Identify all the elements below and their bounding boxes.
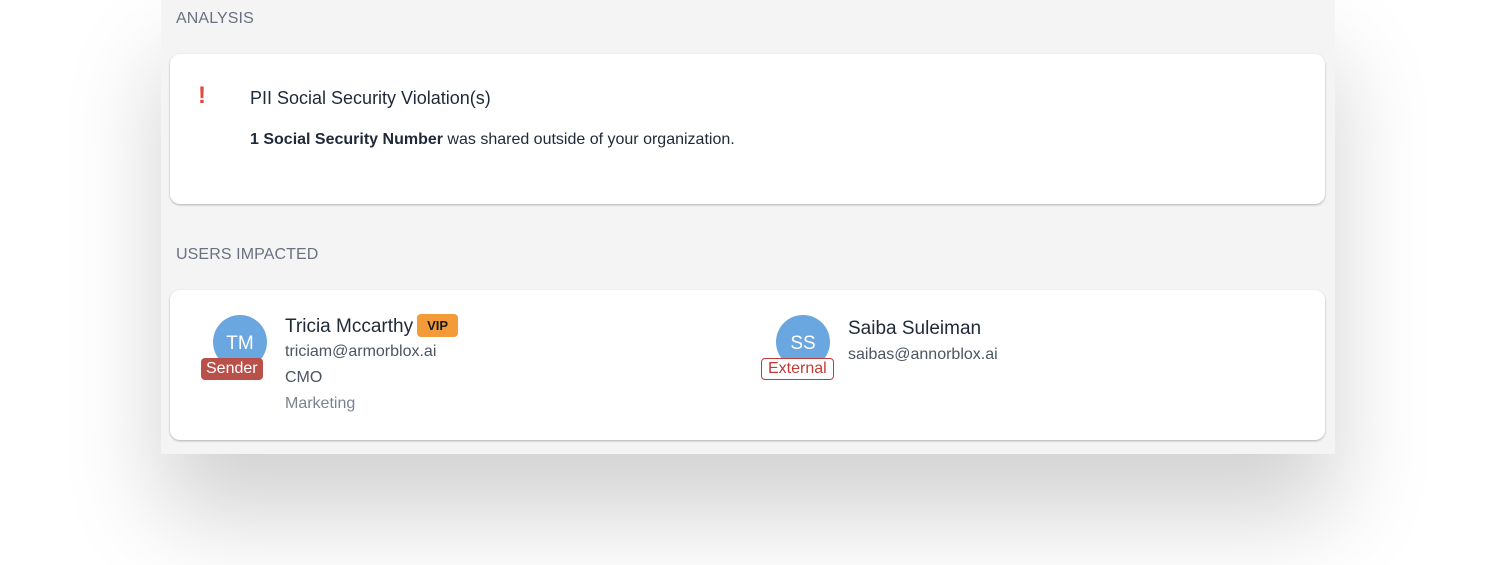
vip-badge: VIP	[417, 314, 459, 337]
violation-detail: was shared outside of your organization.	[442, 131, 735, 148]
users-impacted-heading: USERS IMPACTED	[176, 246, 319, 263]
user-name-text[interactable]: Tricia Mccarthy	[285, 316, 413, 337]
users-impacted-card: TM Sender Tricia Mccarthy VIP triciam@arm…	[170, 290, 1325, 440]
external-badge: External	[761, 358, 834, 380]
sender-badge: Sender	[201, 358, 263, 380]
analysis-panel: ANALYSIS ! PII Social Security Violation…	[161, 0, 1335, 454]
avatar-initials: SS	[790, 332, 816, 354]
user-name: Tricia Mccarthy VIP	[285, 314, 459, 338]
violation-description: 1 Social Security Number was shared outs…	[250, 131, 735, 149]
avatar-initials: TM	[226, 332, 254, 354]
exclamation-icon: !	[198, 82, 206, 109]
user-name[interactable]: Saiba Suleiman	[848, 318, 981, 340]
user-department: Marketing	[285, 395, 356, 412]
user-email: saibas@annorblox.ai	[848, 346, 998, 363]
user-email: triciam@armorblox.ai	[285, 343, 437, 360]
violation-card: ! PII Social Security Violation(s) 1 Soc…	[170, 54, 1325, 204]
violation-title: PII Social Security Violation(s)	[250, 88, 491, 108]
analysis-heading: ANALYSIS	[176, 10, 254, 27]
user-title: CMO	[285, 369, 323, 386]
violation-count: 1 Social Security Number	[250, 131, 443, 148]
